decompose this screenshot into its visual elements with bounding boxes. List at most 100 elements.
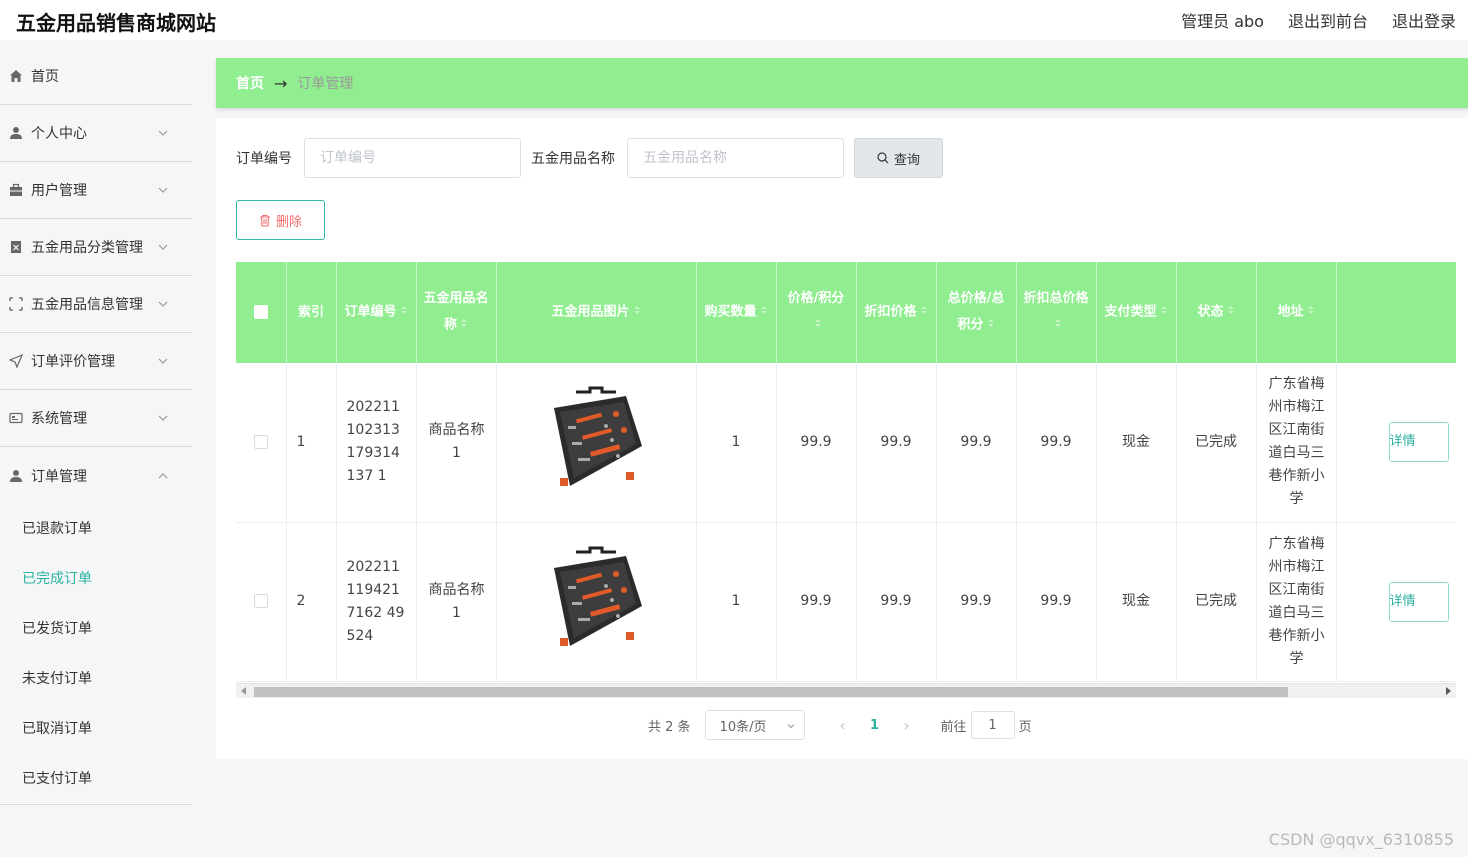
send-icon <box>8 353 24 369</box>
cell-address: 广东省梅州市梅江区江南街道白马三巷作新小学 <box>1256 522 1337 682</box>
product-name-label: 五金用品名称 <box>531 151 615 167</box>
chevron-down-icon <box>787 724 794 729</box>
cell-product-image <box>496 363 697 523</box>
query-button[interactable]: 查询 <box>854 138 943 178</box>
row-checkbox[interactable] <box>253 594 268 608</box>
sort-icon[interactable] <box>920 299 928 325</box>
sidebar-item-home[interactable]: 首页 <box>0 48 192 105</box>
toolbox-image <box>554 386 642 487</box>
column-header[interactable]: 状态 <box>1176 262 1257 363</box>
submenu-cancelled-orders[interactable]: 已取消订单 <box>0 704 192 754</box>
app-title: 五金用品销售商城网站 <box>16 11 216 35</box>
goto-label: 前往 <box>940 719 967 735</box>
sidebar-item-system[interactable]: 系统管理 <box>0 390 192 447</box>
sort-icon[interactable] <box>400 299 408 325</box>
cell-product-name: 商品名称1 <box>416 363 497 523</box>
submenu-refunded-orders[interactable]: 已退款订单 <box>0 504 192 554</box>
search-bar: 订单编号 五金用品名称 查询 <box>236 138 943 178</box>
cell-discount-price: 99.9 <box>856 522 937 682</box>
sidebar-item-label: 个人中心 <box>31 126 87 142</box>
column-header[interactable]: 支付类型 <box>1096 262 1177 363</box>
column-header[interactable]: 价格/积分 <box>776 262 857 363</box>
sort-icon[interactable] <box>1307 299 1315 325</box>
row-select-cell[interactable] <box>236 522 287 682</box>
sidebar-item-label: 订单管理 <box>31 468 87 485</box>
logout-link[interactable]: 退出登录 <box>1392 8 1456 32</box>
sidebar-item-personal[interactable]: 个人中心 <box>0 105 192 162</box>
page-size-select[interactable]: 10条/页 <box>704 710 805 740</box>
cell-qty: 1 <box>696 363 777 523</box>
sidebar-item-label: 用户管理 <box>31 183 87 199</box>
home-icon <box>8 68 24 84</box>
select-all-cell[interactable] <box>236 262 287 363</box>
scan-icon <box>8 296 24 312</box>
column-header[interactable]: 总价格/总积分 <box>936 262 1017 363</box>
cell-qty: 1 <box>696 522 777 682</box>
scroll-left-icon[interactable] <box>241 687 246 695</box>
sidebar-item-reviews[interactable]: 订单评价管理 <box>0 333 192 390</box>
page-number-current[interactable]: 1 <box>857 718 893 733</box>
sidebar-item-orders[interactable]: 订单管理 <box>0 447 192 504</box>
detail-button[interactable]: 详情 <box>1388 581 1449 622</box>
next-page-button[interactable]: › <box>893 716 921 735</box>
exit-to-front-link[interactable]: 退出到前台 <box>1288 8 1368 32</box>
chevron-down-icon <box>158 358 168 364</box>
sort-icon[interactable] <box>1054 312 1062 338</box>
row-select-cell[interactable] <box>236 363 287 523</box>
cell-index: 1 <box>286 363 337 523</box>
content-panel: 订单编号 五金用品名称 查询 删除 索引 订单编号 五金 <box>216 118 1468 759</box>
column-header-actions <box>1336 262 1456 363</box>
submenu-shipped-orders[interactable]: 已发货订单 <box>0 604 192 654</box>
column-header[interactable]: 购买数量 <box>696 262 777 363</box>
chevron-down-icon <box>158 415 168 421</box>
column-header[interactable]: 折扣价格 <box>856 262 937 363</box>
prev-page-button[interactable]: ‹ <box>829 716 857 735</box>
column-header[interactable]: 折扣总价格 <box>1016 262 1097 363</box>
cell-order-no: 202211102313179314137 1 <box>336 363 417 523</box>
column-header[interactable]: 五金用品名称 <box>416 262 497 363</box>
product-name-input[interactable] <box>627 138 844 178</box>
delete-button[interactable]: 删除 <box>236 200 325 240</box>
sort-icon[interactable] <box>760 299 768 325</box>
breadcrumb-current: 订单管理 <box>297 76 354 92</box>
admin-user-label[interactable]: 管理员 abo <box>1181 8 1264 32</box>
sort-icon[interactable] <box>460 312 468 338</box>
sidebar-item-label: 五金用品分类管理 <box>31 240 143 256</box>
cell-discount-total: 99.9 <box>1016 522 1097 682</box>
select-all-checkbox[interactable] <box>253 305 268 319</box>
scrollbar-thumb[interactable] <box>254 687 1288 697</box>
sidebar-item-category[interactable]: 五金用品分类管理 <box>0 219 192 276</box>
order-no-label: 订单编号 <box>236 151 292 167</box>
sort-icon[interactable] <box>1160 299 1168 325</box>
cell-discount-price: 99.9 <box>856 363 937 523</box>
sidebar-item-product-info[interactable]: 五金用品信息管理 <box>0 276 192 333</box>
chevron-up-icon <box>158 472 168 478</box>
goto-page-input[interactable] <box>970 711 1015 739</box>
sort-icon[interactable] <box>814 312 822 338</box>
cell-discount-total: 99.9 <box>1016 363 1097 523</box>
column-header[interactable]: 订单编号 <box>336 262 417 363</box>
sidebar-item-users[interactable]: 用户管理 <box>0 162 192 219</box>
breadcrumb-home-link[interactable]: 首页 <box>236 73 264 93</box>
sort-icon[interactable] <box>987 312 995 338</box>
trash-icon <box>259 214 270 227</box>
sidebar-item-label: 首页 <box>31 69 59 85</box>
column-header[interactable]: 五金用品图片 <box>496 262 697 363</box>
submenu-paid-orders[interactable]: 已支付订单 <box>0 754 192 804</box>
scroll-right-icon[interactable] <box>1446 687 1451 695</box>
column-header[interactable]: 地址 <box>1256 262 1337 363</box>
detail-button[interactable]: 详情 <box>1388 422 1449 463</box>
submenu-unpaid-orders[interactable]: 未支付订单 <box>0 654 192 704</box>
sidebar: 首页 个人中心 用户管理 五金用品分类管理 五金用品信息管理 订单评价管理 系统… <box>0 48 192 857</box>
sort-icon[interactable] <box>633 299 641 325</box>
breadcrumb: 首页 → 订单管理 <box>216 58 1468 108</box>
cell-total: 99.9 <box>936 522 1017 682</box>
column-header: 索引 <box>286 262 337 363</box>
sort-icon[interactable] <box>1227 299 1235 325</box>
order-no-input[interactable] <box>304 138 521 178</box>
submenu-completed-orders[interactable]: 已完成订单 <box>0 554 192 604</box>
cell-index: 2 <box>286 522 337 682</box>
row-checkbox[interactable] <box>253 434 268 449</box>
orders-table: 索引 订单编号 五金用品名称 五金用品图片 购买数量 价格/积分 折扣价格 总价… <box>236 262 1456 698</box>
horizontal-scrollbar[interactable] <box>236 683 1456 698</box>
